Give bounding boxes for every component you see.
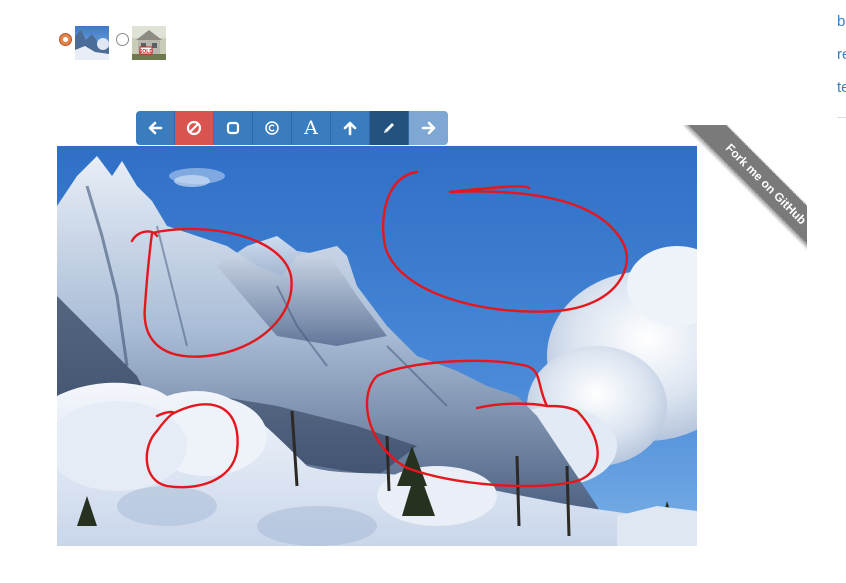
arrow-right-icon xyxy=(421,121,435,135)
pencil-icon xyxy=(384,123,394,133)
copyright-icon xyxy=(265,121,279,135)
text-tool-button[interactable]: A xyxy=(292,111,331,145)
image-radio-house[interactable] xyxy=(116,33,129,46)
drawing-canvas[interactable] xyxy=(57,146,697,546)
house-thumbnail[interactable]: SOLD xyxy=(132,26,166,60)
house-photo-icon: SOLD xyxy=(132,26,166,60)
mountain-thumbnail[interactable] xyxy=(75,26,109,60)
undo-button[interactable] xyxy=(136,111,175,145)
sidebar-link-3[interactable]: te xyxy=(837,79,846,96)
clear-icon xyxy=(186,120,202,136)
image-radio-mountain[interactable] xyxy=(59,33,72,46)
rectangle-icon xyxy=(226,121,240,135)
text-icon: A xyxy=(304,116,318,139)
circle-tool-button[interactable] xyxy=(253,111,292,145)
github-ribbon[interactable]: Fork me on GitHub xyxy=(670,125,807,262)
rectangle-tool-button[interactable] xyxy=(214,111,253,145)
arrow-left-icon xyxy=(148,121,163,135)
redo-button[interactable] xyxy=(409,111,448,145)
sidebar-link-1[interactable]: b xyxy=(837,13,845,30)
arrow-up-icon xyxy=(343,121,357,136)
sidebar-link-2[interactable]: re xyxy=(837,46,846,63)
mountain-landscape-image xyxy=(57,146,697,546)
mountain-photo-icon xyxy=(75,26,109,60)
github-ribbon-text[interactable]: Fork me on GitHub xyxy=(685,125,807,262)
sold-sign-text: SOLD xyxy=(139,49,153,55)
arrow-tool-button[interactable] xyxy=(331,111,370,145)
sidebar-divider xyxy=(837,117,846,118)
drawing-toolbar: A xyxy=(136,111,448,145)
pencil-tool-button[interactable] xyxy=(370,111,409,145)
clear-button[interactable] xyxy=(175,111,214,145)
